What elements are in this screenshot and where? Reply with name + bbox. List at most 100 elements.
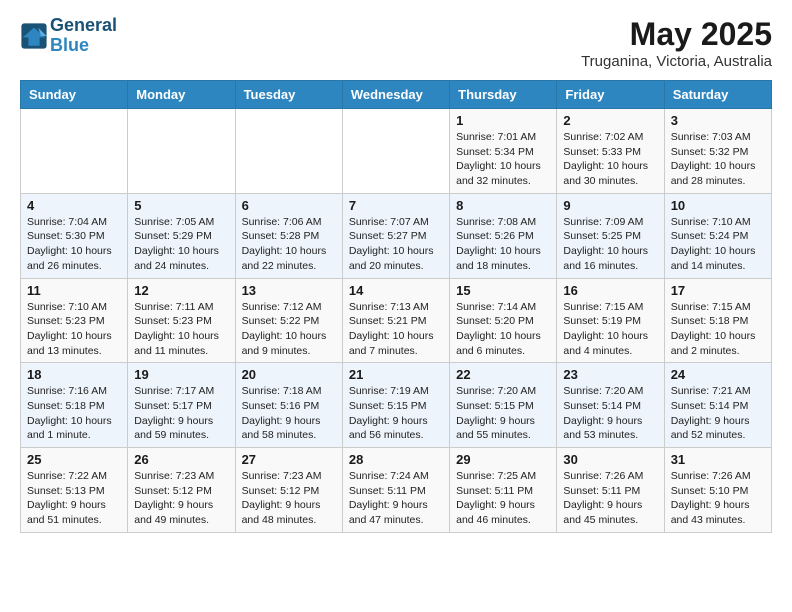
calendar-dow-saturday: Saturday [664,81,771,109]
calendar-cell: 14 Sunrise: 7:13 AM Sunset: 5:21 PM Dayli… [342,278,449,363]
cell-info: Sunrise: 7:01 AM Sunset: 5:34 PM Dayligh… [456,130,550,189]
calendar-header-row: SundayMondayTuesdayWednesdayThursdayFrid… [21,81,772,109]
calendar-cell: 31 Sunrise: 7:26 AM Sunset: 5:10 PM Dayli… [664,448,771,533]
calendar-cell: 4 Sunrise: 7:04 AM Sunset: 5:30 PM Daylig… [21,193,128,278]
calendar-dow-wednesday: Wednesday [342,81,449,109]
cell-info: Sunrise: 7:10 AM Sunset: 5:24 PM Dayligh… [671,215,765,274]
calendar-cell: 2 Sunrise: 7:02 AM Sunset: 5:33 PM Daylig… [557,109,664,194]
calendar-cell: 22Sunrise: 7:20 AM Sunset: 5:15 PM Dayli… [450,363,557,448]
cell-info: Sunrise: 7:04 AM Sunset: 5:30 PM Dayligh… [27,215,121,274]
cell-info: Sunrise: 7:02 AM Sunset: 5:33 PM Dayligh… [563,130,657,189]
calendar-dow-sunday: Sunday [21,81,128,109]
day-number: 1 [456,113,550,128]
calendar-cell: 9Sunrise: 7:09 AM Sunset: 5:25 PM Daylig… [557,193,664,278]
calendar-cell [21,109,128,194]
day-number: 29 [456,452,550,467]
calendar-dow-friday: Friday [557,81,664,109]
day-number: 2 [563,113,657,128]
calendar-dow-monday: Monday [128,81,235,109]
cell-info: Sunrise: 7:14 AM Sunset: 5:20 PM Dayligh… [456,300,550,359]
cell-info: Sunrise: 7:21 AM Sunset: 5:14 PM Dayligh… [671,384,765,443]
calendar-cell: 13 Sunrise: 7:12 AM Sunset: 5:22 PM Dayli… [235,278,342,363]
day-number: 21 [349,367,443,382]
day-number: 18 [27,367,121,382]
day-number: 3 [671,113,765,128]
cell-info: Sunrise: 7:26 AM Sunset: 5:10 PM Dayligh… [671,469,765,528]
calendar-week-4: 18Sunrise: 7:16 AM Sunset: 5:18 PM Dayli… [21,363,772,448]
day-number: 26 [134,452,228,467]
calendar-cell: 7Sunrise: 7:07 AM Sunset: 5:27 PM Daylig… [342,193,449,278]
cell-info: Sunrise: 7:24 AM Sunset: 5:11 PM Dayligh… [349,469,443,528]
cell-info: Sunrise: 7:25 AM Sunset: 5:11 PM Dayligh… [456,469,550,528]
cell-info: Sunrise: 7:10 AM Sunset: 5:23 PM Dayligh… [27,300,121,359]
calendar-cell: 16 Sunrise: 7:15 AM Sunset: 5:19 PM Dayli… [557,278,664,363]
cell-info: Sunrise: 7:15 AM Sunset: 5:19 PM Dayligh… [563,300,657,359]
main-title: May 2025 [581,16,772,53]
day-number: 24 [671,367,765,382]
cell-info: Sunrise: 7:17 AM Sunset: 5:17 PM Dayligh… [134,384,228,443]
day-number: 20 [242,367,336,382]
calendar-cell: 18Sunrise: 7:16 AM Sunset: 5:18 PM Dayli… [21,363,128,448]
cell-info: Sunrise: 7:13 AM Sunset: 5:21 PM Dayligh… [349,300,443,359]
calendar-table: SundayMondayTuesdayWednesdayThursdayFrid… [20,80,772,533]
cell-info: Sunrise: 7:05 AM Sunset: 5:29 PM Dayligh… [134,215,228,274]
cell-info: Sunrise: 7:23 AM Sunset: 5:12 PM Dayligh… [242,469,336,528]
day-number: 14 [349,283,443,298]
day-number: 11 [27,283,121,298]
day-number: 23 [563,367,657,382]
calendar-cell: 12 Sunrise: 7:11 AM Sunset: 5:23 PM Dayli… [128,278,235,363]
calendar-cell: 5 Sunrise: 7:05 AM Sunset: 5:29 PM Daylig… [128,193,235,278]
cell-info: Sunrise: 7:11 AM Sunset: 5:23 PM Dayligh… [134,300,228,359]
day-number: 30 [563,452,657,467]
day-number: 28 [349,452,443,467]
calendar-cell: 25 Sunrise: 7:22 AM Sunset: 5:13 PM Dayli… [21,448,128,533]
logo-line1: General [50,16,117,36]
day-number: 6 [242,198,336,213]
calendar-cell: 19 Sunrise: 7:17 AM Sunset: 5:17 PM Dayli… [128,363,235,448]
cell-info: Sunrise: 7:20 AM Sunset: 5:14 PM Dayligh… [563,384,657,443]
calendar-cell: 21Sunrise: 7:19 AM Sunset: 5:15 PM Dayli… [342,363,449,448]
day-number: 12 [134,283,228,298]
calendar-cell: 17Sunrise: 7:15 AM Sunset: 5:18 PM Dayli… [664,278,771,363]
calendar-dow-tuesday: Tuesday [235,81,342,109]
calendar-cell: 15Sunrise: 7:14 AM Sunset: 5:20 PM Dayli… [450,278,557,363]
calendar-cell: 29 Sunrise: 7:25 AM Sunset: 5:11 PM Dayli… [450,448,557,533]
calendar-week-3: 11 Sunrise: 7:10 AM Sunset: 5:23 PM Dayli… [21,278,772,363]
day-number: 27 [242,452,336,467]
calendar-cell [235,109,342,194]
day-number: 31 [671,452,765,467]
calendar-cell: 6Sunrise: 7:06 AM Sunset: 5:28 PM Daylig… [235,193,342,278]
calendar-cell: 11 Sunrise: 7:10 AM Sunset: 5:23 PM Dayli… [21,278,128,363]
calendar-cell [342,109,449,194]
calendar-cell: 1 Sunrise: 7:01 AM Sunset: 5:34 PM Daylig… [450,109,557,194]
cell-info: Sunrise: 7:12 AM Sunset: 5:22 PM Dayligh… [242,300,336,359]
cell-info: Sunrise: 7:22 AM Sunset: 5:13 PM Dayligh… [27,469,121,528]
calendar-cell [128,109,235,194]
day-number: 7 [349,198,443,213]
logo: General Blue [20,16,117,56]
logo-line2: Blue [50,35,89,55]
subtitle: Truganina, Victoria, Australia [581,53,772,70]
cell-info: Sunrise: 7:15 AM Sunset: 5:18 PM Dayligh… [671,300,765,359]
calendar-dow-thursday: Thursday [450,81,557,109]
calendar-cell: 8 Sunrise: 7:08 AM Sunset: 5:26 PM Daylig… [450,193,557,278]
cell-info: Sunrise: 7:20 AM Sunset: 5:15 PM Dayligh… [456,384,550,443]
cell-info: Sunrise: 7:23 AM Sunset: 5:12 PM Dayligh… [134,469,228,528]
calendar-cell: 26 Sunrise: 7:23 AM Sunset: 5:12 PM Dayli… [128,448,235,533]
day-number: 13 [242,283,336,298]
day-number: 8 [456,198,550,213]
calendar-cell: 24 Sunrise: 7:21 AM Sunset: 5:14 PM Dayli… [664,363,771,448]
calendar-cell: 3 Sunrise: 7:03 AM Sunset: 5:32 PM Daylig… [664,109,771,194]
cell-info: Sunrise: 7:08 AM Sunset: 5:26 PM Dayligh… [456,215,550,274]
calendar-cell: 10Sunrise: 7:10 AM Sunset: 5:24 PM Dayli… [664,193,771,278]
cell-info: Sunrise: 7:03 AM Sunset: 5:32 PM Dayligh… [671,130,765,189]
calendar-cell: 27 Sunrise: 7:23 AM Sunset: 5:12 PM Dayli… [235,448,342,533]
day-number: 19 [134,367,228,382]
day-number: 16 [563,283,657,298]
logo-icon [20,22,48,50]
day-number: 25 [27,452,121,467]
day-number: 4 [27,198,121,213]
day-number: 5 [134,198,228,213]
calendar-week-2: 4 Sunrise: 7:04 AM Sunset: 5:30 PM Daylig… [21,193,772,278]
day-number: 9 [563,198,657,213]
